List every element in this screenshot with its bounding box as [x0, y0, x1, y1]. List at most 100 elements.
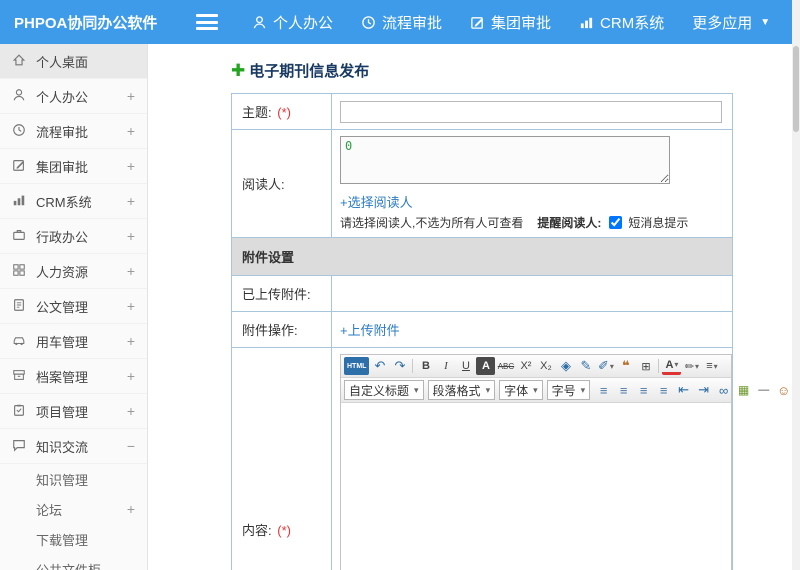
- expand-toggle[interactable]: +: [123, 368, 135, 384]
- sidebar-item-label: 流程审批: [36, 124, 89, 140]
- expand-toggle[interactable]: +: [123, 403, 135, 419]
- add-icon: ✚: [231, 61, 246, 80]
- sidebar-item-admin-office[interactable]: 行政办公 +: [0, 219, 147, 254]
- subject-input[interactable]: [340, 100, 722, 123]
- remind-readers-label: 提醒阅读人:: [537, 216, 602, 230]
- sms-notify-checkbox[interactable]: [609, 216, 623, 229]
- person-icon: [12, 88, 28, 104]
- expand-toggle[interactable]: +: [123, 88, 135, 104]
- sidebar-subitem-knowledge-mgmt[interactable]: 知识管理: [0, 464, 147, 494]
- nav-label: 更多应用: [692, 14, 753, 32]
- readers-label: 阅读人:: [242, 177, 285, 192]
- custom-heading-dropdown[interactable]: 自定义标题: [344, 380, 424, 400]
- nav-item-personal-office[interactable]: 个人办公: [252, 12, 333, 33]
- remove-format-button[interactable]: ◈: [556, 357, 575, 375]
- sidebar-item-crm[interactable]: CRM系统 +: [0, 184, 147, 219]
- nav-item-group-approval[interactable]: 集团审批: [470, 12, 551, 33]
- attachment-section-row: 附件设置: [231, 237, 733, 276]
- font-family-dropdown[interactable]: 字体: [499, 380, 543, 400]
- justify-button[interactable]: ≡: [654, 381, 673, 399]
- content-label-cell: 内容: (*): [231, 347, 332, 570]
- expand-toggle[interactable]: +: [123, 123, 135, 139]
- format-painter-button[interactable]: ✎: [576, 357, 595, 375]
- sidebar-item-workflow-approval[interactable]: 流程审批 +: [0, 114, 147, 149]
- attachment-ops-cell: +上传附件: [331, 311, 733, 348]
- upload-attachment-link[interactable]: +上传附件: [340, 323, 400, 338]
- undo-button[interactable]: ↶: [370, 357, 389, 375]
- sidebar-item-knowledge-exchange[interactable]: 知识交流 −: [0, 429, 147, 464]
- readers-textarea[interactable]: 0: [340, 136, 670, 184]
- font-style-button[interactable]: A: [476, 357, 496, 375]
- horizontal-rule-button[interactable]: —: [754, 381, 773, 399]
- select-readers-link[interactable]: +选择阅读人: [340, 195, 413, 210]
- emoticon-button[interactable]: ☺: [774, 381, 792, 399]
- menu-toggle-button[interactable]: [196, 14, 218, 30]
- readers-value-cell: 0 +选择阅读人 请选择阅读人,不选为所有人可查看 提醒阅读人: 短消息提示: [331, 129, 733, 238]
- indent-decrease-button[interactable]: ⇤: [674, 381, 693, 399]
- sidebar-subitem-download-mgmt[interactable]: 下载管理: [0, 524, 147, 554]
- nav-item-crm[interactable]: CRM系统: [579, 12, 664, 33]
- editor-toolbar-row1: HTML ↶ ↷ B I U A ABC X² X₂ ◈ ✎ ✐ ▾ ❝ ⊞ A…: [341, 355, 731, 378]
- align-left-button[interactable]: ≡: [594, 381, 613, 399]
- expand-toggle[interactable]: +: [123, 298, 135, 314]
- edit-icon: [12, 158, 28, 174]
- sidebar-item-personal-desktop[interactable]: 个人桌面: [0, 44, 147, 79]
- sidebar-item-archive-mgmt[interactable]: 档案管理 +: [0, 359, 147, 394]
- font-color-button[interactable]: A: [662, 357, 682, 375]
- sidebar-item-document-mgmt[interactable]: 公文管理 +: [0, 289, 147, 324]
- expand-toggle[interactable]: +: [123, 193, 135, 209]
- page-scrollbar[interactable]: [792, 0, 800, 570]
- app-window: PHPOA协同办公软件 个人办公 流程审批 集团审批 CRM系统 更多应用 ▼ …: [0, 0, 800, 570]
- underline-button[interactable]: U: [456, 357, 475, 375]
- paste-style-button[interactable]: ✐: [596, 357, 615, 375]
- insert-table-button[interactable]: ⊞: [636, 357, 655, 375]
- sidebar-subitem-public-file-cabinet[interactable]: 公共文件柜: [0, 554, 147, 570]
- expand-toggle[interactable]: +: [123, 501, 135, 517]
- sidebar-item-vehicle-mgmt[interactable]: 用车管理 +: [0, 324, 147, 359]
- car-icon: [12, 333, 28, 349]
- content-label: 内容:: [242, 522, 272, 538]
- paragraph-format-dropdown[interactable]: 段落格式: [427, 380, 496, 400]
- align-right-button[interactable]: ≡: [634, 381, 653, 399]
- sidebar-subitem-label: 下载管理: [36, 532, 89, 548]
- editor-content-area[interactable]: [341, 403, 731, 570]
- bar-chart-icon: [12, 193, 28, 209]
- italic-button[interactable]: I: [436, 357, 455, 375]
- sidebar-item-label: CRM系统: [36, 194, 92, 210]
- sidebar-subitem-forum[interactable]: 论坛 +: [0, 494, 147, 524]
- superscript-button[interactable]: X²: [516, 357, 535, 375]
- align-center-button[interactable]: ≡: [614, 381, 633, 399]
- expand-toggle[interactable]: +: [123, 333, 135, 349]
- font-size-dropdown[interactable]: 字号: [546, 380, 591, 400]
- strikethrough-button[interactable]: ABC: [496, 357, 515, 375]
- html-source-button[interactable]: HTML: [344, 357, 370, 375]
- subscript-button[interactable]: X₂: [536, 357, 555, 375]
- expand-toggle[interactable]: +: [123, 228, 135, 244]
- blockquote-button[interactable]: ❝: [616, 357, 635, 375]
- image-button[interactable]: ▦: [734, 381, 753, 399]
- expand-toggle[interactable]: +: [123, 263, 135, 279]
- indent-increase-button[interactable]: ⇥: [694, 381, 713, 399]
- nav-label: 集团审批: [491, 14, 552, 32]
- sidebar-item-label: 知识交流: [36, 439, 89, 455]
- scrollbar-thumb[interactable]: [793, 46, 799, 132]
- highlight-pen-button[interactable]: ✏: [682, 357, 701, 375]
- person-icon: [252, 15, 267, 30]
- nav-item-workflow-approval[interactable]: 流程审批: [361, 12, 442, 33]
- redo-button[interactable]: ↷: [390, 357, 409, 375]
- list-style-button[interactable]: ≡: [702, 357, 721, 375]
- toolbar-separator: [658, 359, 660, 373]
- bold-button[interactable]: B: [416, 357, 435, 375]
- readers-hint-text: 请选择阅读人,不选为所有人可查看: [340, 216, 524, 230]
- briefcase-icon: [12, 228, 28, 244]
- subject-row: 主题: (*): [231, 93, 733, 130]
- link-button[interactable]: ∞: [714, 381, 733, 399]
- editor-toolbar-row2: 自定义标题 段落格式 字体 字号 ≡ ≡ ≡ ≡ ⇤ ⇥ ∞ ▦: [341, 378, 790, 403]
- nav-item-more-apps[interactable]: 更多应用 ▼: [692, 12, 770, 33]
- expand-toggle[interactable]: +: [123, 158, 135, 174]
- sidebar-item-group-approval[interactable]: 集团审批 +: [0, 149, 147, 184]
- sidebar-item-hr[interactable]: 人力资源 +: [0, 254, 147, 289]
- sidebar-item-personal-office[interactable]: 个人办公 +: [0, 79, 147, 114]
- sidebar-item-project-mgmt[interactable]: 项目管理 +: [0, 394, 147, 429]
- collapse-toggle[interactable]: −: [123, 438, 135, 454]
